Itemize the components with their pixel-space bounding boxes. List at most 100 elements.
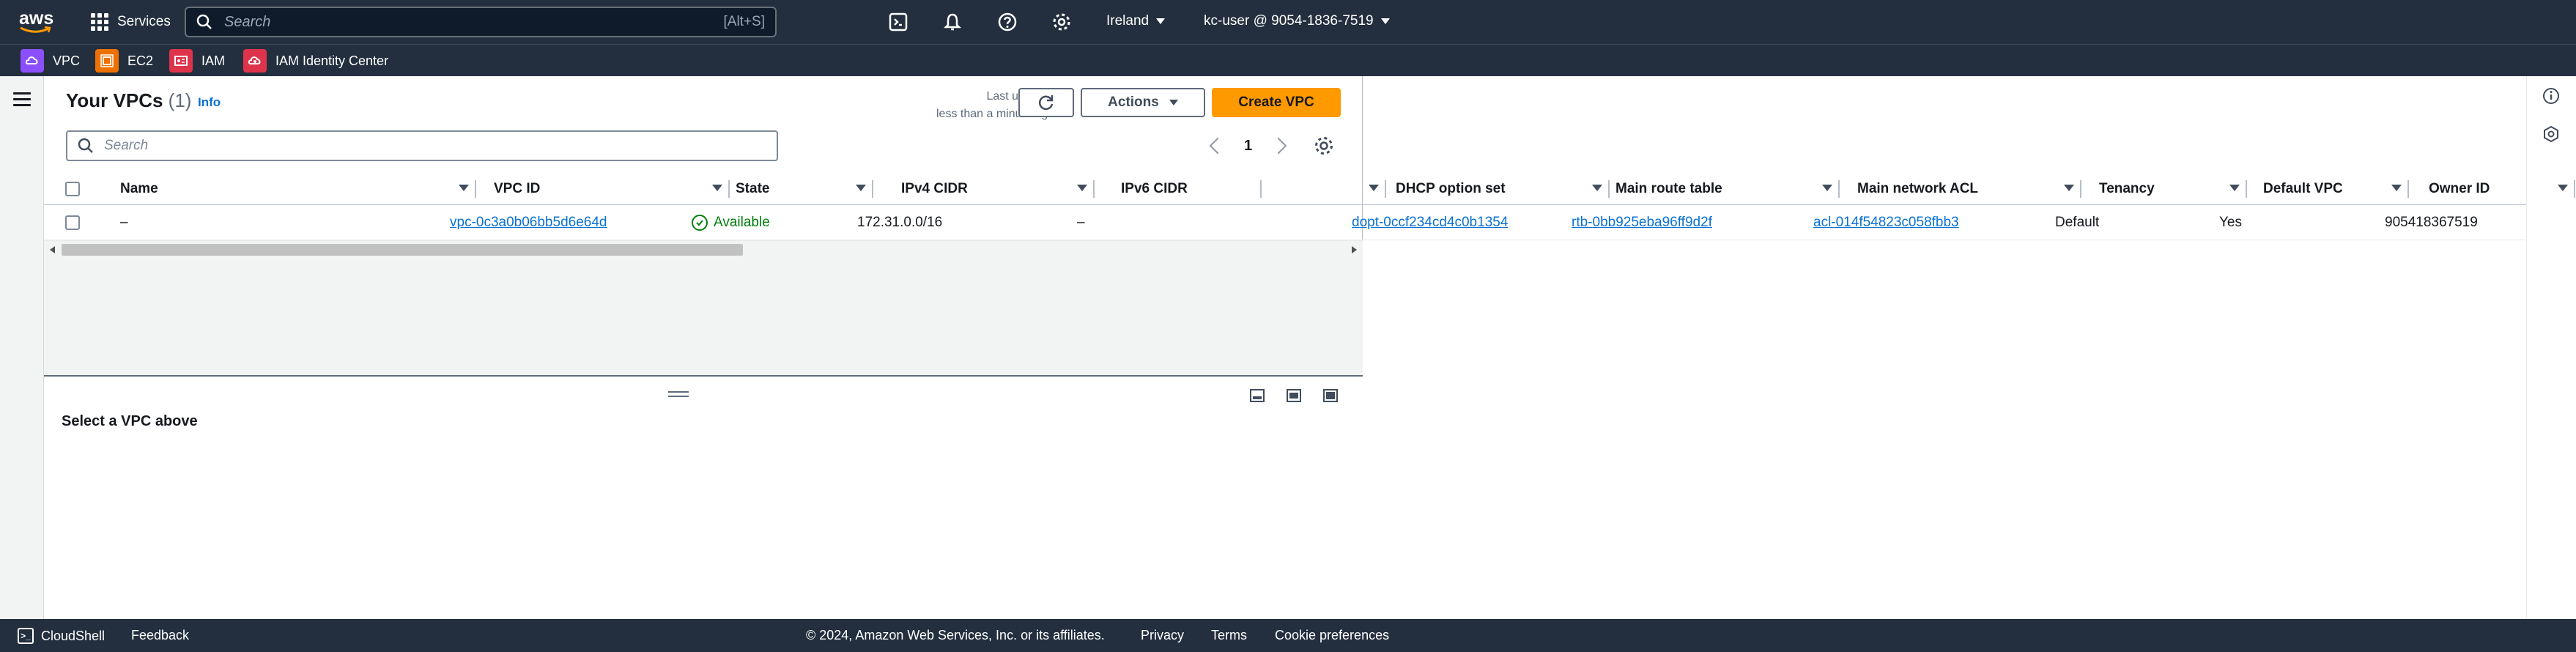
sort-caret-icon bbox=[1369, 185, 1379, 191]
vpc-id-link[interactable]: vpc-0c3a0b06bb5d6e64d bbox=[450, 215, 607, 231]
dhcp-option-set-link[interactable]: dopt-0ccf234cd4c0b1354 bbox=[1352, 215, 1508, 231]
footer: >_ CloudShell Feedback © 2024, Amazon We… bbox=[0, 619, 2576, 652]
refresh-button[interactable] bbox=[1018, 88, 1074, 117]
vpc-search-input[interactable]: Search bbox=[66, 130, 778, 161]
settings-gear-icon[interactable] bbox=[1051, 12, 1072, 32]
select-all-checkbox[interactable] bbox=[65, 182, 80, 196]
previous-page-button[interactable] bbox=[1209, 137, 1226, 155]
cell-owner-id: 905418367519 bbox=[2385, 215, 2478, 230]
resource-settings-icon[interactable] bbox=[2542, 125, 2561, 144]
scrollbar-thumb[interactable] bbox=[62, 244, 743, 256]
column-header-ipv6-cidr[interactable]: IPv6 CIDR bbox=[1121, 173, 1262, 205]
check-circle-icon bbox=[692, 215, 708, 231]
column-header-state[interactable]: State bbox=[736, 173, 873, 205]
refresh-icon bbox=[1038, 95, 1054, 111]
actions-dropdown-button[interactable]: Actions bbox=[1081, 88, 1205, 117]
iam-service-icon bbox=[169, 49, 193, 73]
hamburger-menu-icon[interactable] bbox=[13, 92, 31, 107]
column-label: State bbox=[736, 181, 770, 196]
column-label: Default VPC bbox=[2263, 181, 2343, 196]
column-header-hidden[interactable] bbox=[1262, 173, 1386, 205]
page-number[interactable]: 1 bbox=[1244, 138, 1252, 155]
column-header-dhcp-option-set[interactable]: DHCP option set bbox=[1396, 173, 1610, 205]
favorite-iam-identity-center[interactable]: IAM Identity Center bbox=[243, 49, 388, 73]
column-label: Main route table bbox=[1615, 181, 1722, 196]
cloudshell-icon[interactable] bbox=[888, 12, 908, 32]
sort-caret-icon bbox=[856, 185, 866, 191]
scroll-left-arrow-icon[interactable] bbox=[50, 246, 55, 253]
help-icon[interactable] bbox=[997, 12, 1018, 32]
column-label: IPv4 CIDR bbox=[901, 181, 968, 196]
column-header-default-vpc[interactable]: Default VPC bbox=[2263, 173, 2409, 205]
column-header-ipv4-cidr[interactable]: IPv4 CIDR bbox=[901, 173, 1095, 205]
chevron-down-icon bbox=[1156, 18, 1166, 24]
aws-logo[interactable]: aws bbox=[19, 7, 56, 37]
scroll-right-arrow-icon[interactable] bbox=[1352, 246, 1357, 253]
side-navigation-rail bbox=[0, 76, 44, 619]
info-panel-icon[interactable] bbox=[2542, 86, 2561, 105]
route-table-link[interactable]: rtb-0bb925eba96ff9d2f bbox=[1572, 215, 1712, 231]
notifications-bell-icon[interactable] bbox=[942, 12, 963, 32]
iam-identity-center-icon bbox=[243, 49, 267, 73]
table-preferences-gear-icon[interactable] bbox=[1313, 135, 1335, 157]
account-menu[interactable]: kc-user @ 9054-1836-7519 bbox=[1204, 13, 1390, 29]
split-panel: Select a VPC above bbox=[44, 375, 1363, 619]
table-row[interactable]: – vpc-0c3a0b06bb5d6e64d Available 172.31… bbox=[44, 205, 2526, 240]
favorite-vpc[interactable]: VPC bbox=[21, 49, 80, 73]
terms-link[interactable]: Terms bbox=[1211, 628, 1247, 643]
status-text: Available bbox=[714, 215, 770, 230]
column-label: Owner ID bbox=[2429, 181, 2490, 196]
cloudshell-label: CloudShell bbox=[41, 628, 106, 643]
region-selector[interactable]: Ireland bbox=[1106, 13, 1166, 29]
terms-label: Terms bbox=[1211, 628, 1247, 642]
account-label: kc-user @ 9054-1836-7519 bbox=[1204, 13, 1374, 29]
column-header-vpc-id[interactable]: VPC ID bbox=[494, 173, 730, 205]
panel-position-bottom-icon[interactable] bbox=[1248, 387, 1266, 404]
ec2-service-icon bbox=[95, 49, 119, 73]
privacy-link[interactable]: Privacy bbox=[1141, 628, 1184, 643]
services-label: Services bbox=[117, 14, 171, 29]
cloudshell-footer-button[interactable]: >_ CloudShell bbox=[18, 628, 105, 644]
favorite-iam[interactable]: IAM bbox=[169, 49, 225, 73]
panel-maximize-icon[interactable] bbox=[1322, 387, 1339, 404]
global-search-input[interactable]: Search [Alt+S] bbox=[185, 7, 777, 37]
column-header-tenancy[interactable]: Tenancy bbox=[2099, 173, 2247, 205]
column-label: IPv6 CIDR bbox=[1121, 181, 1188, 196]
feedback-label: Feedback bbox=[131, 628, 190, 642]
sort-caret-icon bbox=[459, 185, 469, 191]
services-menu-button[interactable]: Services bbox=[91, 11, 171, 33]
chevron-left-icon bbox=[1209, 137, 1226, 155]
info-link[interactable]: Info bbox=[198, 95, 221, 110]
column-header-owner-id[interactable]: Owner ID bbox=[2429, 173, 2575, 205]
create-vpc-button[interactable]: Create VPC bbox=[1212, 88, 1341, 117]
sort-caret-icon bbox=[1822, 185, 1832, 191]
sort-caret-icon bbox=[712, 185, 722, 191]
vpc-service-icon bbox=[21, 49, 44, 73]
cell-name: – bbox=[120, 215, 128, 230]
row-select-checkbox[interactable] bbox=[65, 215, 80, 230]
search-icon bbox=[78, 138, 93, 153]
feedback-link[interactable]: Feedback bbox=[131, 628, 189, 643]
top-navigation: aws Services Search [Alt+S] Ireland kc-u… bbox=[0, 0, 2576, 44]
cloudshell-icon: >_ bbox=[18, 628, 34, 644]
cookie-preferences-label: Cookie preferences bbox=[1275, 628, 1390, 642]
favorite-label: EC2 bbox=[127, 53, 154, 68]
favorite-ec2[interactable]: EC2 bbox=[95, 49, 153, 73]
network-acl-link[interactable]: acl-014f54823c058fbb3 bbox=[1813, 215, 1959, 231]
resize-handle-icon[interactable] bbox=[668, 391, 689, 399]
horizontal-scrollbar[interactable] bbox=[44, 240, 1363, 258]
favorites-bar: VPC EC2 IAM IAM Identity Center bbox=[0, 44, 2576, 76]
next-page-button[interactable] bbox=[1270, 137, 1287, 155]
column-header-main-route-table[interactable]: Main route table bbox=[1615, 173, 1840, 205]
column-header-name[interactable]: Name bbox=[120, 173, 476, 205]
cookie-preferences-link[interactable]: Cookie preferences bbox=[1275, 628, 1389, 643]
aws-smile-icon bbox=[20, 26, 51, 33]
cell-default-vpc: Yes bbox=[2219, 215, 2242, 230]
column-header-main-network-acl[interactable]: Main network ACL bbox=[1857, 173, 2081, 205]
cell-vpc-id: vpc-0c3a0b06bb5d6e64d bbox=[450, 205, 607, 240]
cell-ipv6-cidr: – bbox=[1077, 215, 1085, 230]
column-label: Main network ACL bbox=[1857, 181, 1979, 196]
sort-caret-icon bbox=[2229, 185, 2240, 191]
actions-label: Actions bbox=[1108, 95, 1159, 110]
panel-position-side-icon[interactable] bbox=[1285, 387, 1303, 404]
